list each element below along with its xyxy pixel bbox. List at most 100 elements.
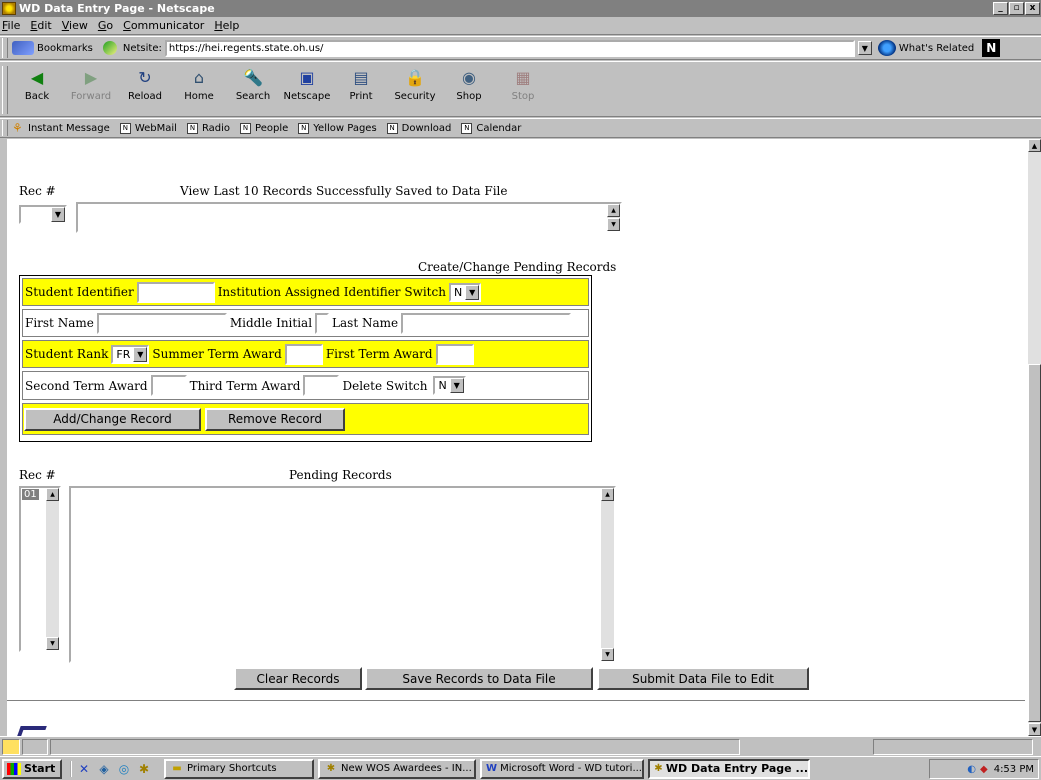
page-scrollbar[interactable]: ▲ ▼ — [1028, 139, 1041, 736]
task-wd-data-entry-page[interactable]: ✱ WD Data Entry Page ... — [648, 758, 810, 779]
browser-icon[interactable]: ◎ — [116, 761, 132, 777]
volume-icon[interactable]: ◆ — [980, 764, 988, 775]
menu-help[interactable]: Help — [214, 19, 239, 32]
menu-go[interactable]: Go — [98, 19, 113, 32]
student-rank-select[interactable]: FR ▼ — [111, 344, 150, 364]
close-button[interactable]: x — [1025, 2, 1040, 15]
toolbar-grip[interactable] — [2, 38, 8, 58]
last-name-input[interactable] — [401, 312, 572, 334]
security-lock-icon[interactable] — [2, 738, 20, 755]
webmail-link[interactable]: N WebMail — [119, 122, 177, 134]
first-term-award-label: First Term Award — [325, 347, 433, 361]
home-label: Home — [184, 91, 214, 102]
menu-edit[interactable]: Edit — [30, 19, 51, 32]
component-bar[interactable] — [873, 738, 1033, 755]
start-button[interactable]: Start — [2, 758, 62, 779]
people-link[interactable]: N People — [240, 122, 288, 134]
scroll-up-arrow-icon[interactable]: ▲ — [1028, 139, 1041, 152]
form-row-identifier: Student Identifier Institution Assigned … — [22, 278, 589, 306]
instant-message-link[interactable]: ⚘ Instant Message — [12, 122, 110, 134]
yellow-pages-link[interactable]: N Yellow Pages — [298, 122, 377, 134]
home-button[interactable]: ⌂ Home — [174, 66, 224, 103]
network-icon[interactable]: ◐ — [967, 764, 976, 775]
toolbar-grip[interactable] — [2, 66, 8, 114]
middle-initial-input[interactable] — [315, 312, 330, 334]
url-history-dropdown[interactable]: ▼ — [857, 41, 872, 55]
saved-records-scrollbar[interactable]: ▲ ▼ — [607, 204, 620, 231]
second-term-award-input[interactable] — [150, 375, 187, 396]
netscape-icon[interactable]: ✱ — [136, 761, 152, 777]
location-toolbar: Bookmarks Netsite: ▼ What's Related N — [0, 36, 1041, 60]
personal-toolbar: ⚘ Instant Message N WebMail N Radio N People… — [0, 118, 1041, 138]
forward-button[interactable]: ▶ Forward — [66, 66, 116, 103]
whats-related-button[interactable]: What's Related — [899, 43, 974, 54]
bookmarks-button[interactable]: Bookmarks — [37, 43, 93, 54]
scroll-down-arrow-icon[interactable]: ▼ — [1028, 723, 1041, 736]
chevron-down-icon: ▼ — [465, 284, 480, 300]
institution-switch-select[interactable]: N ▼ — [448, 282, 482, 302]
radio-link[interactable]: N Radio — [186, 122, 230, 134]
institution-switch-label: Institution Assigned Identifier Switch — [217, 285, 446, 299]
desktop-icon[interactable]: ✕ — [76, 761, 92, 777]
scroll-up-arrow-icon[interactable]: ▲ — [601, 488, 614, 501]
first-term-award-input[interactable] — [435, 343, 474, 365]
third-term-award-input[interactable] — [303, 375, 340, 396]
scroll-up-arrow-icon[interactable]: ▲ — [607, 204, 620, 217]
student-identifier-input[interactable] — [136, 281, 215, 303]
security-button[interactable]: 🔒 Security — [390, 66, 440, 103]
netscape-button[interactable]: ▣ Netscape — [282, 66, 332, 103]
stop-label: Stop — [511, 91, 535, 102]
add-change-record-button[interactable]: Add/Change Record — [24, 407, 201, 431]
pending-rec-label: Rec # — [19, 468, 56, 482]
clock[interactable]: 4:53 PM — [994, 764, 1034, 775]
student-identifier-label: Student Identifier — [25, 285, 134, 299]
page-proxy-icon[interactable] — [102, 41, 117, 55]
menu-communicator[interactable]: Communicator — [123, 19, 204, 32]
folder-icon: ▬ — [172, 763, 182, 774]
pending-rec-scrollbar[interactable]: ▲ ▼ — [46, 488, 59, 650]
submit-data-file-button[interactable]: Submit Data File to Edit — [597, 667, 809, 690]
online-status-icon[interactable] — [22, 738, 48, 755]
save-records-button[interactable]: Save Records to Data File — [365, 667, 593, 690]
reload-button[interactable]: ↻ Reload — [120, 66, 170, 103]
maximize-button[interactable]: ▫ — [1009, 2, 1024, 15]
back-button[interactable]: ◀ Back — [12, 66, 62, 103]
scroll-down-arrow-icon[interactable]: ▼ — [46, 637, 59, 650]
pending-rec-list[interactable]: 01 ▲ ▼ — [19, 486, 61, 652]
toolbar-grip[interactable] — [2, 120, 8, 136]
print-icon: ▤ — [353, 67, 369, 87]
download-link[interactable]: N Download — [386, 122, 451, 134]
task-label: Microsoft Word - WD tutori... — [500, 763, 642, 774]
pending-rec-item[interactable]: 01 — [22, 489, 39, 500]
reload-label: Reload — [127, 91, 163, 102]
pending-records-list[interactable]: ▲ ▼ — [69, 486, 616, 663]
scroll-up-arrow-icon[interactable]: ▲ — [46, 488, 59, 501]
clear-records-button[interactable]: Clear Records — [234, 667, 362, 690]
task-microsoft-word[interactable]: W Microsoft Word - WD tutori... — [480, 758, 644, 779]
print-button[interactable]: ▤ Print — [336, 66, 386, 103]
delete-switch-select[interactable]: N ▼ — [433, 376, 466, 395]
first-name-input[interactable] — [96, 312, 227, 334]
window-title-bar[interactable]: WD Data Entry Page - Netscape _ ▫ x — [0, 0, 1041, 17]
netscape-logo[interactable]: N — [982, 39, 1001, 57]
stop-button[interactable]: ▦ Stop — [498, 66, 548, 103]
rec-select[interactable]: ▼ — [19, 205, 67, 224]
menu-view[interactable]: View — [62, 19, 88, 32]
task-new-wos-awardees[interactable]: ✱ New WOS Awardees - IN... — [318, 758, 476, 779]
search-button[interactable]: 🔦 Search — [228, 66, 278, 103]
summer-term-award-input[interactable] — [284, 343, 323, 365]
scroll-down-arrow-icon[interactable]: ▼ — [601, 648, 614, 661]
task-primary-shortcuts[interactable]: ▬ Primary Shortcuts — [164, 758, 314, 779]
calendar-link[interactable]: N Calendar — [461, 122, 521, 134]
shop-button[interactable]: ◉ Shop — [444, 66, 494, 103]
saved-records-list[interactable]: ▲ ▼ — [76, 202, 622, 233]
explorer-icon[interactable]: ◈ — [96, 761, 112, 777]
scroll-thumb[interactable] — [1028, 364, 1041, 722]
scroll-down-arrow-icon[interactable]: ▼ — [607, 218, 620, 231]
url-input[interactable] — [164, 39, 855, 57]
third-term-award-label: Third Term Award — [189, 378, 301, 393]
minimize-button[interactable]: _ — [993, 2, 1008, 15]
pending-records-scrollbar[interactable]: ▲ ▼ — [601, 488, 614, 661]
menu-file[interactable]: File — [2, 19, 20, 32]
remove-record-button[interactable]: Remove Record — [205, 407, 345, 431]
